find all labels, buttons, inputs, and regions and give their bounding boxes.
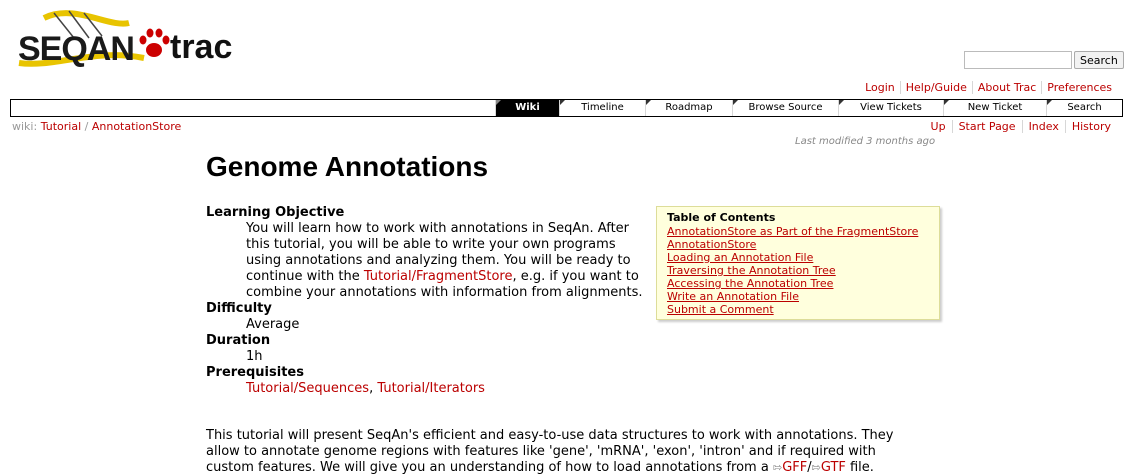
prerequisites-value: Tutorial/Sequences, Tutorial/Iterators (246, 381, 646, 397)
fragmentstore-link[interactable]: Tutorial/FragmentStore (364, 269, 513, 284)
duration-value: 1h (246, 349, 263, 364)
context-nav: Up Start Page Index History (925, 120, 1117, 133)
up-link[interactable]: Up (925, 120, 952, 133)
meta-nav: Login Help/Guide About Trac Preferences (860, 81, 1117, 94)
toc-item[interactable]: AnnotationStore (667, 238, 929, 251)
paw-icon (139, 28, 170, 57)
toc-item[interactable]: Accessing the Annotation Tree (667, 277, 929, 290)
tutorial-info-list: Learning Objective You will learn how to… (206, 205, 646, 397)
page-title: Genome Annotations (206, 151, 489, 182)
logo-seqan-text: SEQAN (18, 30, 135, 68)
toc-item[interactable]: Write an Annotation File (667, 290, 929, 303)
last-modified: Last modified 3 months ago (795, 136, 936, 147)
logo-trac-text: trac (170, 28, 233, 66)
tab-view-tickets[interactable]: View Tickets (838, 100, 943, 116)
toc-item[interactable]: Traversing the Annotation Tree (667, 264, 929, 277)
difficulty-label: Difficulty (206, 301, 272, 316)
toc-item[interactable]: Loading an Annotation File (667, 251, 929, 264)
tab-timeline[interactable]: Timeline (559, 100, 645, 116)
prerequisites-label: Prerequisites (206, 365, 304, 380)
about-trac-link[interactable]: About Trac (971, 81, 1041, 94)
help-guide-link[interactable]: Help/Guide (899, 81, 972, 94)
duration-label: Duration (206, 333, 271, 348)
tab-wiki[interactable]: Wiki (495, 100, 559, 116)
breadcrumb-current-link[interactable]: AnnotationStore (92, 120, 181, 133)
gtf-link[interactable]: GTF (821, 460, 846, 475)
index-link[interactable]: Index (1021, 120, 1065, 133)
search-input[interactable] (964, 51, 1072, 69)
intro-end: file. (845, 460, 874, 475)
table-of-contents: Table of Contents AnnotationStore as Par… (656, 206, 940, 320)
prereq-separator: , (369, 381, 374, 396)
preferences-link[interactable]: Preferences (1041, 81, 1117, 94)
learning-objective-label: Learning Objective (206, 205, 345, 220)
intro-paragraph: This tutorial will present SeqAn's effic… (206, 428, 926, 476)
breadcrumb-prefix: wiki: (12, 120, 38, 133)
tab-search[interactable]: Search (1046, 100, 1122, 116)
learning-objective-text: You will learn how to work with annotati… (246, 221, 646, 301)
breadcrumb: wiki: Tutorial / AnnotationStore (12, 120, 181, 133)
breadcrumb-separator: / (84, 120, 89, 133)
tab-roadmap[interactable]: Roadmap (645, 100, 732, 116)
login-link[interactable]: Login (860, 81, 900, 94)
external-link-icon: ⇰ (772, 461, 783, 474)
search-button[interactable]: Search (1074, 51, 1124, 69)
difficulty-value: Average (246, 317, 300, 332)
prereq-iterators-link[interactable]: Tutorial/Iterators (377, 381, 485, 396)
tab-browse-source[interactable]: Browse Source (732, 100, 838, 116)
gff-link[interactable]: GFF (782, 460, 807, 475)
seqan-trac-logo[interactable]: SEQAN trac (14, 8, 233, 70)
external-link-icon: ⇰ (811, 461, 821, 474)
start-page-link[interactable]: Start Page (951, 120, 1022, 133)
main-nav: Wiki Timeline Roadmap Browse Source View… (10, 99, 1123, 117)
history-link[interactable]: History (1064, 120, 1117, 133)
toc-item[interactable]: AnnotationStore as Part of the FragmentS… (667, 225, 929, 238)
breadcrumb-tutorial-link[interactable]: Tutorial (41, 120, 81, 133)
tab-new-ticket[interactable]: New Ticket (943, 100, 1046, 116)
toc-item[interactable]: Submit a Comment (667, 303, 929, 316)
toc-title: Table of Contents (667, 211, 776, 224)
prereq-sequences-link[interactable]: Tutorial/Sequences (246, 381, 369, 396)
